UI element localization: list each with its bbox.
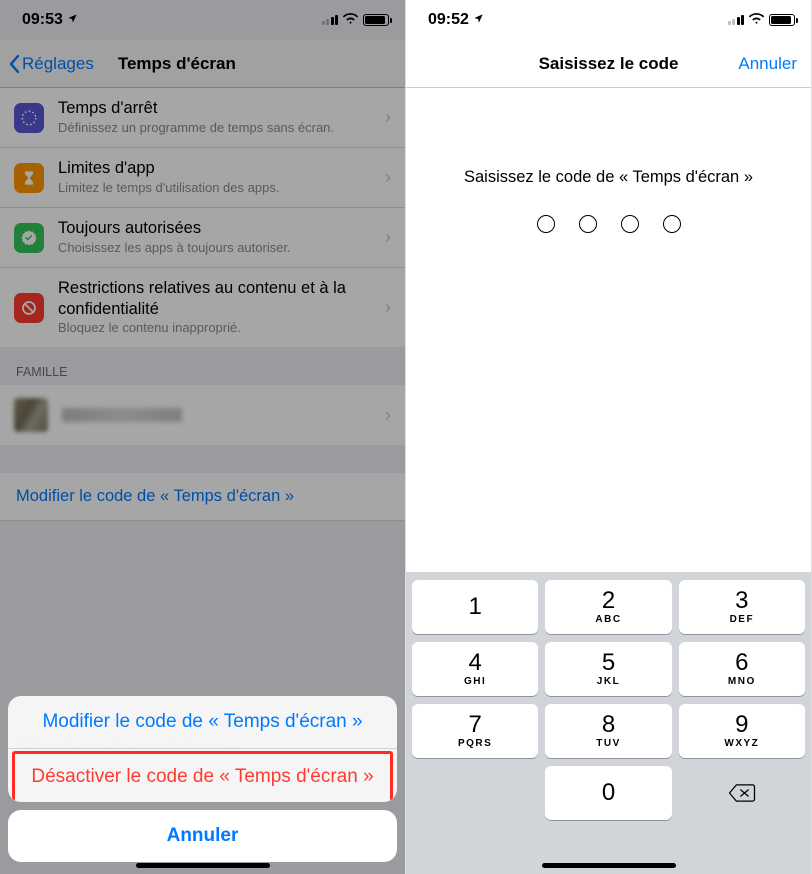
key-1[interactable]: 1 <box>412 580 538 634</box>
key-7[interactable]: 7 PQRS <box>412 704 538 758</box>
passcode-dot <box>663 215 681 233</box>
key-8[interactable]: 8 TUV <box>545 704 671 758</box>
passcode-dot <box>579 215 597 233</box>
sheet-modify-button[interactable]: Modifier le code de « Temps d'écran » <box>8 696 397 749</box>
key-letters: JKL <box>597 676 620 687</box>
key-number: 7 <box>468 713 481 737</box>
key-number: 4 <box>468 651 481 675</box>
sheet-cancel-button[interactable]: Annuler <box>8 810 397 862</box>
key-number: 2 <box>602 589 615 613</box>
key-number: 9 <box>735 713 748 737</box>
wifi-icon <box>748 11 765 29</box>
key-number: 3 <box>735 589 748 613</box>
action-sheet: Modifier le code de « Temps d'écran » Dé… <box>8 696 397 862</box>
key-number: 1 <box>468 595 481 619</box>
key-letters: MNO <box>728 676 756 687</box>
key-blank <box>412 766 538 820</box>
key-letters: WXYZ <box>724 738 759 749</box>
key-number: 5 <box>602 651 615 675</box>
key-0[interactable]: 0 <box>545 766 671 820</box>
passcode-dot <box>621 215 639 233</box>
cancel-button[interactable]: Annuler <box>738 54 797 74</box>
numeric-keypad: 1 2 ABC 3 DEF 4 GHI 5 JKL 6 MNO <box>406 572 811 874</box>
screen-passcode: 09:52 Saisissez le code Annuler Saisisse… <box>406 0 812 874</box>
sheet-disable-button[interactable]: Désactiver le code de « Temps d'écran » <box>12 751 393 800</box>
key-number: 6 <box>735 651 748 675</box>
battery-icon <box>769 14 795 26</box>
status-time: 09:52 <box>428 11 469 29</box>
screen-settings: 09:53 Réglages Temps d'écran <box>0 0 406 874</box>
key-6[interactable]: 6 MNO <box>679 642 805 696</box>
key-9[interactable]: 9 WXYZ <box>679 704 805 758</box>
key-delete[interactable] <box>679 766 805 820</box>
location-icon <box>473 13 484 27</box>
home-indicator <box>136 863 270 868</box>
key-letters: GHI <box>464 676 486 687</box>
cellular-icon <box>728 15 745 25</box>
key-2[interactable]: 2 ABC <box>545 580 671 634</box>
nav-bar: Saisissez le code Annuler <box>406 40 811 88</box>
passcode-prompt: Saisissez le code de « Temps d'écran » <box>426 168 791 187</box>
key-letters: DEF <box>730 614 755 625</box>
key-letters: ABC <box>595 614 621 625</box>
page-title: Saisissez le code <box>539 54 679 74</box>
key-3[interactable]: 3 DEF <box>679 580 805 634</box>
key-letters: PQRS <box>458 738 492 749</box>
key-4[interactable]: 4 GHI <box>412 642 538 696</box>
home-indicator <box>542 863 676 868</box>
status-bar: 09:52 <box>406 0 811 40</box>
key-number: 8 <box>602 713 615 737</box>
key-letters: TUV <box>596 738 621 749</box>
backspace-icon <box>728 783 756 803</box>
key-5[interactable]: 5 JKL <box>545 642 671 696</box>
key-number: 0 <box>602 781 615 805</box>
passcode-dots <box>426 215 791 233</box>
passcode-dot <box>537 215 555 233</box>
